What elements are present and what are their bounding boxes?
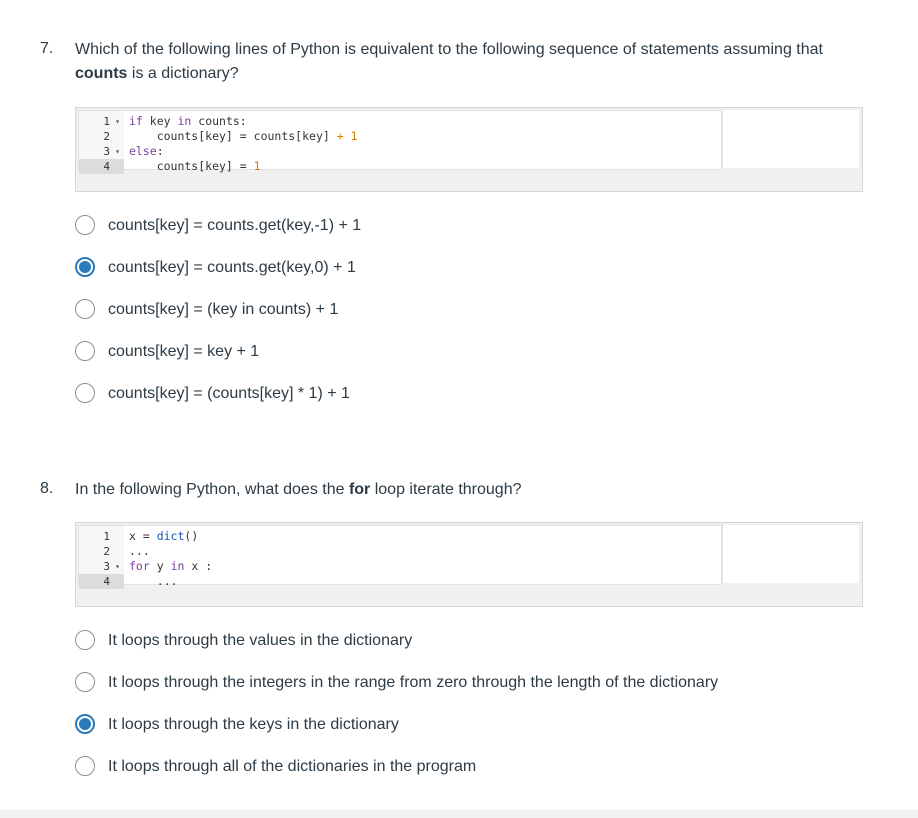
- code-editor: 1 ▾ 2 3 ▾ 4 if key in counts: counts[key] = c…: [75, 107, 863, 192]
- code-line: if key in counts:: [129, 114, 247, 129]
- question-text: In the following Python, what does the f…: [75, 478, 875, 502]
- code-token: x :: [184, 559, 213, 573]
- radio-icon[interactable]: [75, 299, 95, 319]
- footer-bar: [0, 810, 918, 818]
- answer-option-label: It loops through all of the dictionaries…: [108, 758, 477, 775]
- radio-icon[interactable]: [75, 756, 95, 776]
- code-token: dict: [156, 529, 185, 543]
- question-text: Which of the following lines of Python i…: [75, 38, 875, 86]
- radio-icon[interactable]: [75, 630, 95, 650]
- line-number: 2: [79, 544, 124, 559]
- code-token: counts[key]: [246, 129, 337, 143]
- code-token: x =: [129, 529, 157, 543]
- code-side-panel: [722, 110, 859, 168]
- line-number: 1: [79, 529, 124, 544]
- question-text-after: is a dictionary?: [127, 65, 239, 82]
- line-gutter: 1 2 3 ▾ 4: [79, 526, 124, 589]
- line-gutter: 1 ▾ 2 3 ▾ 4: [79, 111, 124, 174]
- line-number-text: 3: [103, 145, 110, 158]
- question-text-bold: counts: [75, 65, 128, 82]
- code-token: y: [149, 559, 171, 573]
- question-text-bold: for: [348, 481, 371, 498]
- line-number-text: 2: [103, 130, 110, 143]
- line-number: 4: [79, 574, 124, 589]
- code-line: counts[key] = counts[key] + 1: [129, 129, 358, 144]
- code-token: if: [129, 114, 143, 128]
- code-token: 1: [350, 129, 358, 143]
- code-token: counts:: [191, 114, 247, 128]
- radio-selected-icon[interactable]: [75, 257, 95, 277]
- code-token: (): [184, 529, 199, 543]
- code-line: ...: [129, 574, 178, 589]
- line-number: 2: [79, 129, 124, 144]
- answer-option-label: counts[key] = counts.get(key,-1) + 1: [108, 217, 362, 234]
- code-line: else:: [129, 144, 164, 159]
- line-number: 3 ▾: [79, 559, 124, 574]
- line-number-text: 2: [103, 545, 110, 558]
- radio-icon[interactable]: [75, 215, 95, 235]
- code-token: ...: [129, 544, 150, 558]
- question-text-after: loop iterate through?: [370, 481, 522, 498]
- answer-option-label: It loops through the integers in the ran…: [108, 674, 719, 691]
- line-number-text: 1: [103, 115, 110, 128]
- line-number: 4: [79, 159, 124, 174]
- code-token: for: [129, 559, 150, 573]
- fold-arrow-icon[interactable]: ▾: [115, 559, 120, 574]
- code-side-panel: [722, 525, 859, 583]
- answer-option-label: It loops through the keys in the diction…: [108, 716, 399, 733]
- line-number-text: 4: [103, 575, 110, 588]
- fold-arrow-icon[interactable]: ▾: [115, 114, 120, 129]
- code-token: counts[key] =: [129, 159, 254, 173]
- code-token: +: [336, 129, 344, 143]
- code-editor: 1 2 3 ▾ 4 x = dict()... for y in x : ...: [75, 522, 863, 607]
- radio-icon[interactable]: [75, 672, 95, 692]
- code-token: else: [129, 144, 157, 158]
- line-number: 1 ▾: [79, 114, 124, 129]
- question-number: 8.: [40, 480, 54, 497]
- code-editor-content[interactable]: 1 2 3 ▾ 4 x = dict()... for y in x : ...: [78, 525, 722, 589]
- code-token: counts[key]: [129, 129, 240, 143]
- answer-option-label: counts[key] = counts.get(key,0) + 1: [108, 259, 356, 276]
- answer-option-label: counts[key] = (key in counts) + 1: [108, 301, 339, 318]
- code-token: in: [177, 114, 192, 128]
- question-number: 7.: [40, 40, 54, 57]
- radio-icon[interactable]: [75, 383, 95, 403]
- question-text-before: Which of the following lines of Python i…: [75, 41, 823, 58]
- code-editor-content[interactable]: 1 ▾ 2 3 ▾ 4 if key in counts: counts[key] = c…: [78, 110, 722, 174]
- code-token: =: [239, 129, 247, 143]
- code-line: counts[key] = 1: [129, 159, 261, 174]
- code-line: for y in x :: [129, 559, 212, 574]
- line-number-text: 1: [103, 530, 110, 543]
- radio-icon[interactable]: [75, 341, 95, 361]
- code-token: in: [170, 559, 185, 573]
- fold-arrow-icon[interactable]: ▾: [115, 144, 120, 159]
- answer-option-label: counts[key] = key + 1: [108, 343, 260, 360]
- answer-option-label: It loops through the values in the dicti…: [108, 632, 413, 649]
- code-token: 1: [253, 159, 261, 173]
- answer-option-label: counts[key] = (counts[key] * 1) + 1: [108, 385, 350, 402]
- line-number: 3 ▾: [79, 144, 124, 159]
- question-text-before: In the following Python, what does the: [75, 481, 349, 498]
- code-token: :: [156, 144, 164, 158]
- radio-selected-icon[interactable]: [75, 714, 95, 734]
- line-number-text: 3: [103, 560, 110, 573]
- code-token: ...: [129, 574, 178, 588]
- line-number-text: 4: [103, 160, 110, 173]
- code-line: ...: [129, 544, 150, 559]
- code-token: key: [142, 114, 178, 128]
- code-line: x = dict(): [129, 529, 198, 544]
